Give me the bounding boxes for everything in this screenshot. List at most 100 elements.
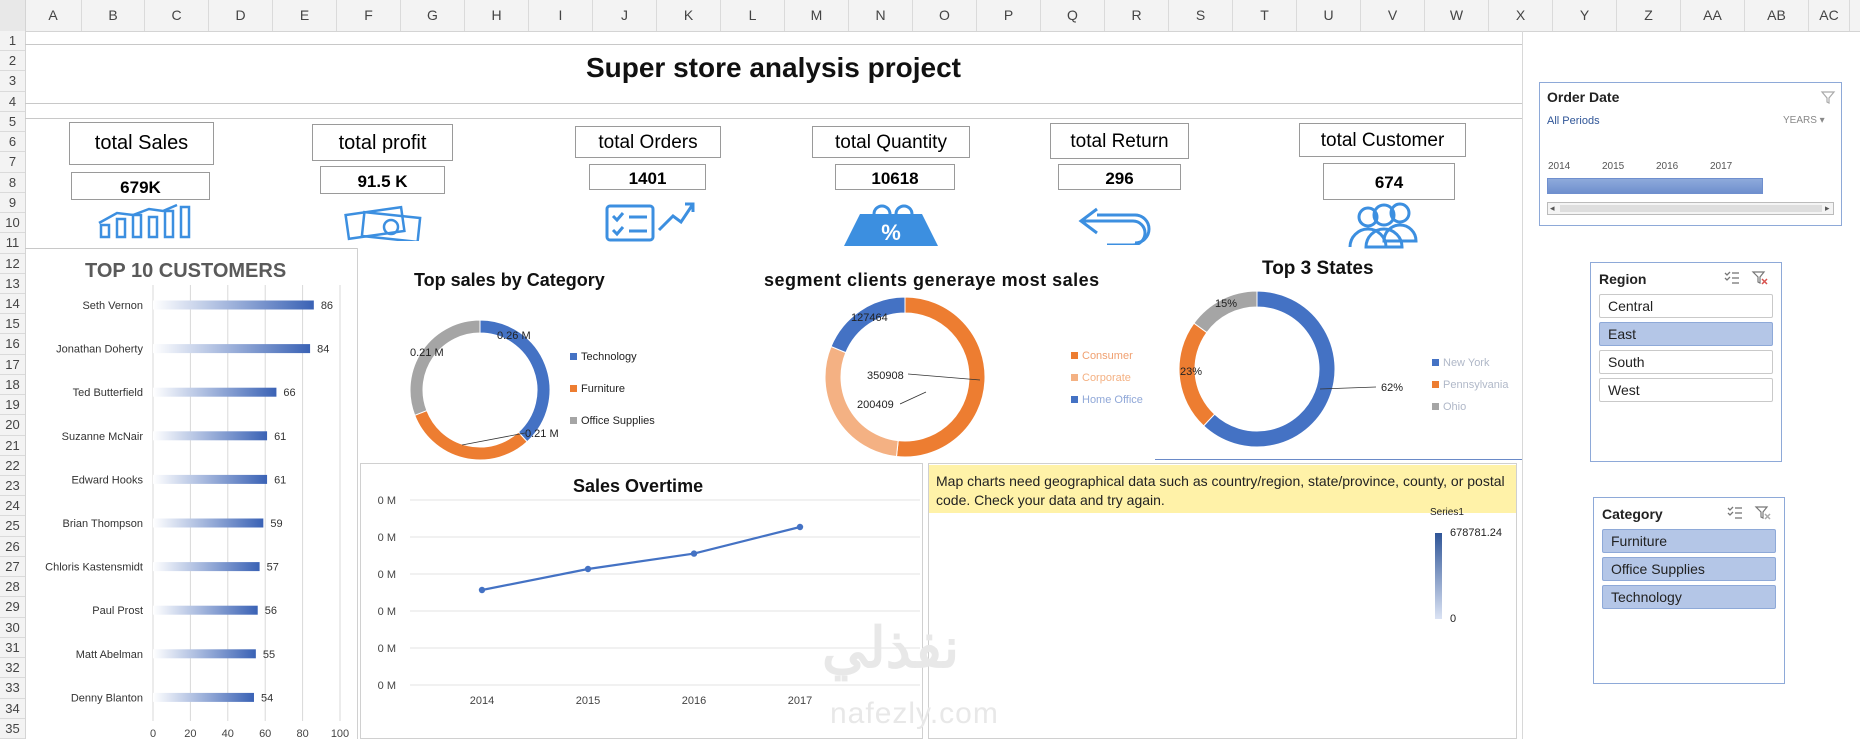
column-header[interactable]: W <box>1425 0 1489 31</box>
column-header[interactable]: H <box>465 0 529 31</box>
time-level-dropdown[interactable]: YEARS ▾ <box>1783 115 1825 126</box>
column-header[interactable]: AA <box>1681 0 1745 31</box>
row-header[interactable]: 19 <box>0 395 25 416</box>
money-icon <box>344 205 422 241</box>
row-header[interactable]: 15 <box>0 314 25 335</box>
row-header[interactable]: 7 <box>0 152 25 173</box>
clear-filter-icon[interactable] <box>1751 270 1769 286</box>
customer-bar <box>153 387 277 397</box>
x-tick-label: 100 <box>331 728 349 739</box>
column-header[interactable]: Z <box>1617 0 1681 31</box>
column-header[interactable]: D <box>209 0 273 31</box>
column-header[interactable]: Y <box>1553 0 1617 31</box>
timeline-selection-bar[interactable] <box>1547 178 1763 194</box>
column-header[interactable]: J <box>593 0 657 31</box>
slicer-item-technology[interactable]: Technology <box>1602 585 1776 609</box>
row-header[interactable]: 26 <box>0 537 25 557</box>
region-slicer[interactable]: Region Central East South West <box>1590 262 1782 462</box>
row-header[interactable]: 16 <box>0 334 25 355</box>
timeline-scrollbar[interactable]: ◂ ▸ <box>1547 202 1834 215</box>
column-header[interactable]: K <box>657 0 721 31</box>
row-header[interactable]: 35 <box>0 719 25 739</box>
column-header[interactable]: Q <box>1041 0 1105 31</box>
row-header[interactable]: 24 <box>0 496 25 517</box>
column-header[interactable]: F <box>337 0 401 31</box>
slicer-item-west[interactable]: West <box>1599 378 1773 402</box>
row-header[interactable]: 25 <box>0 516 25 537</box>
column-header[interactable]: V <box>1361 0 1425 31</box>
column-header[interactable]: R <box>1105 0 1169 31</box>
select-all-corner[interactable] <box>0 0 26 31</box>
customer-bar <box>153 605 258 615</box>
seg-leader-lines <box>900 373 981 405</box>
column-header[interactable]: B <box>82 0 145 31</box>
row-header[interactable]: 30 <box>0 618 25 638</box>
timeline-scroll-thumb[interactable] <box>1560 205 1822 212</box>
column-header[interactable]: T <box>1233 0 1297 31</box>
column-header[interactable]: O <box>913 0 977 31</box>
slicer-item-central[interactable]: Central <box>1599 294 1773 318</box>
row-header[interactable]: 23 <box>0 476 25 497</box>
legend-office-supplies: Office Supplies <box>570 415 655 427</box>
multi-select-icon[interactable] <box>1723 270 1741 286</box>
row-header[interactable]: 17 <box>0 355 25 375</box>
row-header[interactable]: 4 <box>0 92 25 112</box>
column-header[interactable]: I <box>529 0 593 31</box>
map-series-label: Series1 <box>1430 507 1464 518</box>
row-header[interactable]: 29 <box>0 597 25 618</box>
row-header[interactable]: 2 <box>0 51 25 72</box>
column-header[interactable]: M <box>785 0 849 31</box>
customer-bar <box>153 300 314 310</box>
column-header[interactable]: AB <box>1745 0 1809 31</box>
row-header[interactable]: 14 <box>0 294 25 315</box>
row-header[interactable]: 10 <box>0 213 25 234</box>
row-header[interactable]: 20 <box>0 415 25 436</box>
column-header[interactable]: S <box>1169 0 1233 31</box>
scroll-right-icon[interactable]: ▸ <box>1825 203 1830 214</box>
row-header[interactable]: 27 <box>0 557 25 578</box>
clear-filter-icon[interactable] <box>1820 89 1836 105</box>
row-header[interactable]: 33 <box>0 678 25 699</box>
row-header[interactable]: 32 <box>0 658 25 679</box>
slicer-item-office-supplies[interactable]: Office Supplies <box>1602 557 1776 581</box>
slicer-item-south[interactable]: South <box>1599 350 1773 374</box>
scroll-left-icon[interactable]: ◂ <box>1550 203 1555 214</box>
category-slicer[interactable]: Category Furniture Office Supplies Technol… <box>1593 497 1785 684</box>
row-header[interactable]: 28 <box>0 577 25 598</box>
row-header[interactable]: 13 <box>0 274 25 294</box>
row-header[interactable]: 8 <box>0 173 25 193</box>
column-header[interactable]: G <box>401 0 465 31</box>
x-tick-label: 60 <box>259 728 271 739</box>
row-header[interactable]: 21 <box>0 436 25 456</box>
row-header[interactable]: 9 <box>0 193 25 214</box>
row-header[interactable]: 34 <box>0 699 25 719</box>
map-color-scale <box>1435 533 1442 619</box>
row-header[interactable]: 12 <box>0 254 25 274</box>
slicer-item-furniture[interactable]: Furniture <box>1602 529 1776 553</box>
row-header[interactable]: 22 <box>0 456 25 477</box>
row-header[interactable]: 31 <box>0 638 25 659</box>
kpi-label-sales: total Sales <box>69 122 214 165</box>
column-header[interactable]: X <box>1489 0 1553 31</box>
row-header[interactable]: 1 <box>0 31 25 52</box>
row-header[interactable]: 3 <box>0 71 25 92</box>
y-tick-label: 0 M <box>378 680 396 692</box>
row-header[interactable]: 18 <box>0 375 25 396</box>
column-header[interactable]: AC <box>1809 0 1850 31</box>
slicer-item-east[interactable]: East <box>1599 322 1773 346</box>
column-header[interactable]: E <box>273 0 337 31</box>
customer-value-label: 86 <box>321 300 333 312</box>
row-header[interactable]: 5 <box>0 112 25 133</box>
clear-filter-icon[interactable] <box>1754 505 1772 521</box>
row-header[interactable]: 6 <box>0 132 25 153</box>
column-header[interactable]: L <box>721 0 785 31</box>
column-header[interactable]: C <box>145 0 209 31</box>
column-header[interactable]: N <box>849 0 913 31</box>
column-header[interactable]: U <box>1297 0 1361 31</box>
row-header[interactable]: 11 <box>0 233 25 254</box>
order-date-timeline[interactable]: Order Date All Periods YEARS ▾ 2014 2015… <box>1539 82 1842 226</box>
column-header[interactable]: A <box>25 0 82 31</box>
column-header[interactable]: P <box>977 0 1041 31</box>
state-label-new-york: 62% <box>1381 382 1404 394</box>
multi-select-icon[interactable] <box>1726 505 1744 521</box>
